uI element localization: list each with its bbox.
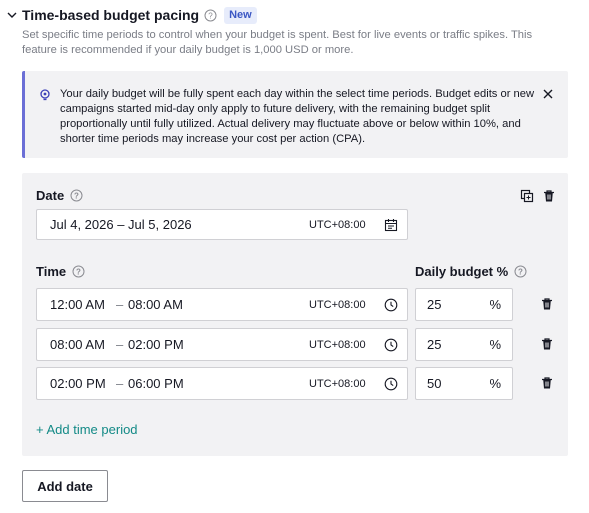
clock-icon bbox=[384, 377, 398, 391]
budget-percent-input[interactable]: 25 % bbox=[415, 288, 513, 321]
timezone-label: UTC+08:00 bbox=[309, 338, 366, 351]
time-range-field[interactable]: 12:00 AM – 08:00 AM UTC+08:00 bbox=[36, 288, 408, 321]
section-title: Time-based budget pacing bbox=[22, 7, 200, 23]
end-time: 02:00 PM bbox=[128, 337, 184, 352]
date-label-group: Date ? bbox=[36, 188, 83, 203]
date-period-panel: Date ? Jul 4, 2026 – Jul 5, 2026 UTC+08:… bbox=[22, 173, 568, 456]
time-range-field[interactable]: 02:00 PM – 06:00 PM UTC+08:00 bbox=[36, 367, 408, 400]
timezone-label: UTC+08:00 bbox=[309, 298, 366, 311]
trash-icon[interactable] bbox=[540, 376, 554, 390]
svg-text:?: ? bbox=[208, 11, 213, 20]
help-icon[interactable]: ? bbox=[204, 9, 217, 22]
end-time: 06:00 PM bbox=[128, 376, 184, 391]
add-date-button[interactable]: Add date bbox=[22, 470, 108, 502]
time-label-group: Time ? bbox=[36, 264, 85, 279]
percent-sign: % bbox=[489, 297, 501, 312]
percent-value: 50 bbox=[427, 376, 442, 391]
date-range-value: Jul 4, 2026 – Jul 5, 2026 bbox=[50, 217, 192, 232]
section-description: Set specific time periods to control whe… bbox=[22, 29, 533, 56]
svg-text:?: ? bbox=[74, 192, 79, 201]
help-icon[interactable]: ? bbox=[72, 265, 85, 278]
chevron-down-icon[interactable] bbox=[6, 9, 18, 21]
daily-budget-label: Daily budget % bbox=[415, 264, 509, 279]
trash-icon[interactable] bbox=[540, 297, 554, 311]
time-range-field[interactable]: 08:00 AM – 02:00 PM UTC+08:00 bbox=[36, 328, 408, 361]
percent-sign: % bbox=[489, 337, 501, 352]
time-label: Time bbox=[36, 264, 67, 279]
timezone-label: UTC+08:00 bbox=[309, 218, 366, 231]
budget-percent-input[interactable]: 25 % bbox=[415, 328, 513, 361]
svg-text:?: ? bbox=[76, 268, 81, 277]
svg-text:?: ? bbox=[518, 268, 523, 277]
notice-text: Your daily budget will be fully spent ea… bbox=[60, 88, 535, 145]
trash-icon[interactable] bbox=[540, 337, 554, 351]
date-label: Date bbox=[36, 188, 65, 203]
lightbulb-icon bbox=[39, 88, 51, 101]
time-dash: – bbox=[116, 297, 124, 312]
clock-icon bbox=[384, 298, 398, 312]
time-dash: – bbox=[116, 337, 124, 352]
trash-icon[interactable] bbox=[542, 189, 556, 203]
close-icon[interactable] bbox=[541, 87, 555, 101]
clock-icon bbox=[384, 338, 398, 352]
start-time: 08:00 AM bbox=[50, 337, 105, 352]
timezone-label: UTC+08:00 bbox=[309, 377, 366, 390]
end-time: 08:00 AM bbox=[128, 297, 183, 312]
percent-value: 25 bbox=[427, 297, 442, 312]
percent-sign: % bbox=[489, 376, 501, 391]
budget-percent-input[interactable]: 50 % bbox=[415, 367, 513, 400]
date-actions bbox=[520, 189, 556, 203]
add-time-period-link[interactable]: + Add time period bbox=[36, 422, 138, 437]
help-icon[interactable]: ? bbox=[514, 265, 527, 278]
start-time: 02:00 PM bbox=[50, 376, 106, 391]
start-time: 12:00 AM bbox=[50, 297, 105, 312]
date-range-field[interactable]: Jul 4, 2026 – Jul 5, 2026 UTC+08:00 bbox=[36, 209, 408, 240]
new-badge: New bbox=[224, 6, 257, 24]
budget-label-group: Daily budget % ? bbox=[415, 264, 527, 279]
time-dash: – bbox=[116, 376, 124, 391]
percent-value: 25 bbox=[427, 337, 442, 352]
help-icon[interactable]: ? bbox=[70, 189, 83, 202]
section-header: Time-based budget pacing ? New bbox=[6, 6, 257, 24]
calendar-icon bbox=[384, 218, 398, 232]
copy-icon[interactable] bbox=[520, 189, 534, 203]
info-notice: Your daily budget will be fully spent ea… bbox=[22, 71, 568, 158]
